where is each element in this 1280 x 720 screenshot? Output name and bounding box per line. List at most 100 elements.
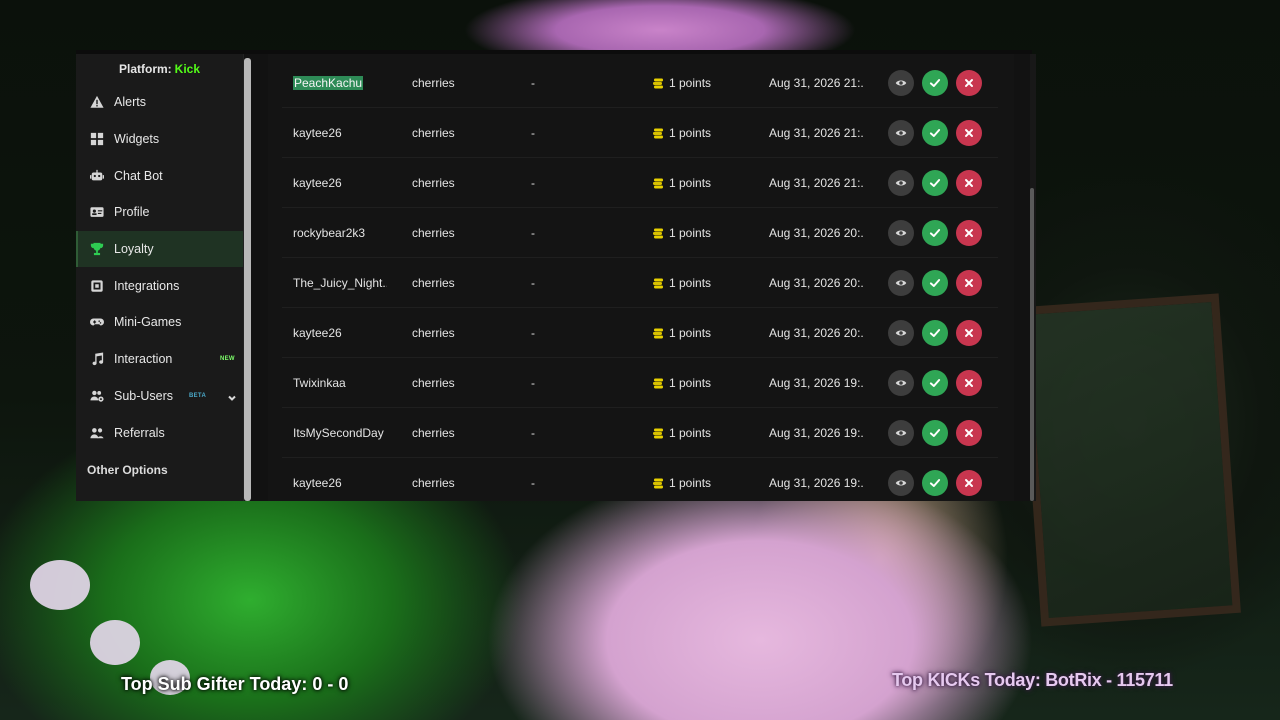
cost-value: 1 points	[669, 226, 712, 240]
cost-value: 1 points	[669, 326, 712, 340]
username[interactable]: kaytee26	[293, 476, 342, 490]
platform-name: Kick	[174, 62, 201, 76]
sidebar-item-mini-games[interactable]: Mini-Games	[76, 304, 243, 341]
flower-decoration	[90, 620, 140, 665]
close-icon	[963, 427, 975, 439]
table-row: kaytee26 cherries - 1 points Aug 31, 2026 19…	[282, 458, 998, 501]
robot-icon	[90, 169, 104, 183]
sidebar-item-alerts[interactable]: Alerts	[76, 84, 243, 121]
reject-button[interactable]	[956, 220, 982, 246]
table-row: kaytee26 cherries - 1 points Aug 31, 2026 21…	[282, 108, 998, 158]
reward-cell: cherries	[412, 376, 455, 390]
chevron-down-icon[interactable]	[228, 391, 236, 401]
view-button[interactable]	[888, 320, 914, 346]
approve-button[interactable]	[922, 120, 948, 146]
sidebar-item-profile[interactable]: Profile	[76, 194, 243, 231]
cost-value: 1 points	[669, 376, 712, 390]
content-scrollbar[interactable]	[1030, 54, 1036, 501]
approve-button[interactable]	[922, 220, 948, 246]
username[interactable]: Twixinkaa	[293, 376, 346, 390]
username-cell[interactable]: Twixinkaa	[293, 358, 387, 408]
coins-icon	[653, 228, 663, 238]
flower-decoration	[30, 560, 90, 610]
date-cell: Aug 31, 2026 20:...	[769, 326, 864, 340]
reject-button[interactable]	[956, 120, 982, 146]
reject-button[interactable]	[956, 320, 982, 346]
reward-cell: cherries	[412, 276, 455, 290]
username[interactable]: The_Juicy_Night...	[293, 276, 387, 290]
reject-button[interactable]	[956, 270, 982, 296]
sidebar-item-loyalty[interactable]: Loyalty	[76, 230, 243, 268]
coins-icon	[653, 378, 663, 388]
username[interactable]: rockybear2k3	[293, 226, 365, 240]
date-cell: Aug 31, 2026 21:...	[769, 76, 864, 90]
eye-icon	[895, 127, 907, 139]
approve-button[interactable]	[922, 270, 948, 296]
reject-button[interactable]	[956, 420, 982, 446]
close-icon	[963, 127, 975, 139]
username-cell[interactable]: kaytee26	[293, 158, 387, 208]
sidebar-item-label: Mini-Games	[114, 315, 182, 330]
platform-indicator: Platform: Kick	[76, 54, 243, 84]
view-button[interactable]	[888, 270, 914, 296]
username-cell[interactable]: kaytee26	[293, 308, 387, 358]
users-cog-icon	[90, 389, 104, 403]
username-cell[interactable]: kaytee26	[293, 458, 387, 501]
sidebar-item-integrations[interactable]: Integrations	[76, 267, 243, 304]
user-input-cell: -	[531, 226, 535, 240]
username-cell[interactable]: ItsMySecondDay	[293, 408, 387, 458]
date-cell: Aug 31, 2026 21:...	[769, 126, 864, 140]
coins-icon	[653, 328, 663, 338]
reject-button[interactable]	[956, 470, 982, 496]
reject-button[interactable]	[956, 170, 982, 196]
scrollbar-thumb[interactable]	[1030, 188, 1034, 501]
username[interactable]: PeachKachu	[293, 76, 364, 90]
approve-button[interactable]	[922, 470, 948, 496]
sidebar-item-sub-users[interactable]: Sub-Users BETA	[76, 378, 243, 415]
sidebar-scrollbar[interactable]	[244, 58, 251, 501]
view-button[interactable]	[888, 420, 914, 446]
music-note-icon	[90, 352, 104, 366]
view-button[interactable]	[888, 220, 914, 246]
view-button[interactable]	[888, 120, 914, 146]
cost-value: 1 points	[669, 276, 712, 290]
check-icon	[929, 77, 941, 89]
approve-button[interactable]	[922, 70, 948, 96]
date-cell: Aug 31, 2026 19:...	[769, 476, 864, 490]
other-options-heading: Other Options	[87, 462, 168, 477]
approve-button[interactable]	[922, 170, 948, 196]
reward-cell: cherries	[412, 326, 455, 340]
username[interactable]: kaytee26	[293, 176, 342, 190]
username-cell[interactable]: kaytee26	[293, 108, 387, 158]
username[interactable]: kaytee26	[293, 126, 342, 140]
username-cell[interactable]: The_Juicy_Night...	[293, 258, 387, 308]
view-button[interactable]	[888, 70, 914, 96]
username-cell[interactable]: rockybear2k3	[293, 208, 387, 258]
view-button[interactable]	[888, 470, 914, 496]
approve-button[interactable]	[922, 320, 948, 346]
cost-value: 1 points	[669, 76, 712, 90]
reject-button[interactable]	[956, 370, 982, 396]
user-input-cell: -	[531, 176, 535, 190]
check-icon	[929, 227, 941, 239]
user-input-cell: -	[531, 426, 535, 440]
approve-button[interactable]	[922, 370, 948, 396]
view-button[interactable]	[888, 170, 914, 196]
sidebar-item-widgets[interactable]: Widgets	[76, 121, 243, 158]
sidebar-item-label: Integrations	[114, 278, 180, 293]
username[interactable]: ItsMySecondDay	[293, 426, 384, 440]
sidebar-item-label: Sub-Users	[114, 388, 174, 403]
view-button[interactable]	[888, 370, 914, 396]
close-icon	[963, 177, 975, 189]
user-input-cell: -	[531, 476, 535, 490]
close-icon	[963, 277, 975, 289]
eye-icon	[895, 177, 907, 189]
sidebar-item-referrals[interactable]: Referrals	[76, 414, 243, 451]
username[interactable]: kaytee26	[293, 326, 342, 340]
close-icon	[963, 477, 975, 489]
username-cell[interactable]: PeachKachu	[293, 58, 387, 108]
reject-button[interactable]	[956, 70, 982, 96]
approve-button[interactable]	[922, 420, 948, 446]
sidebar-item-chat-bot[interactable]: Chat Bot	[76, 157, 243, 194]
sidebar-item-interaction[interactable]: Interaction NEW	[76, 341, 243, 378]
